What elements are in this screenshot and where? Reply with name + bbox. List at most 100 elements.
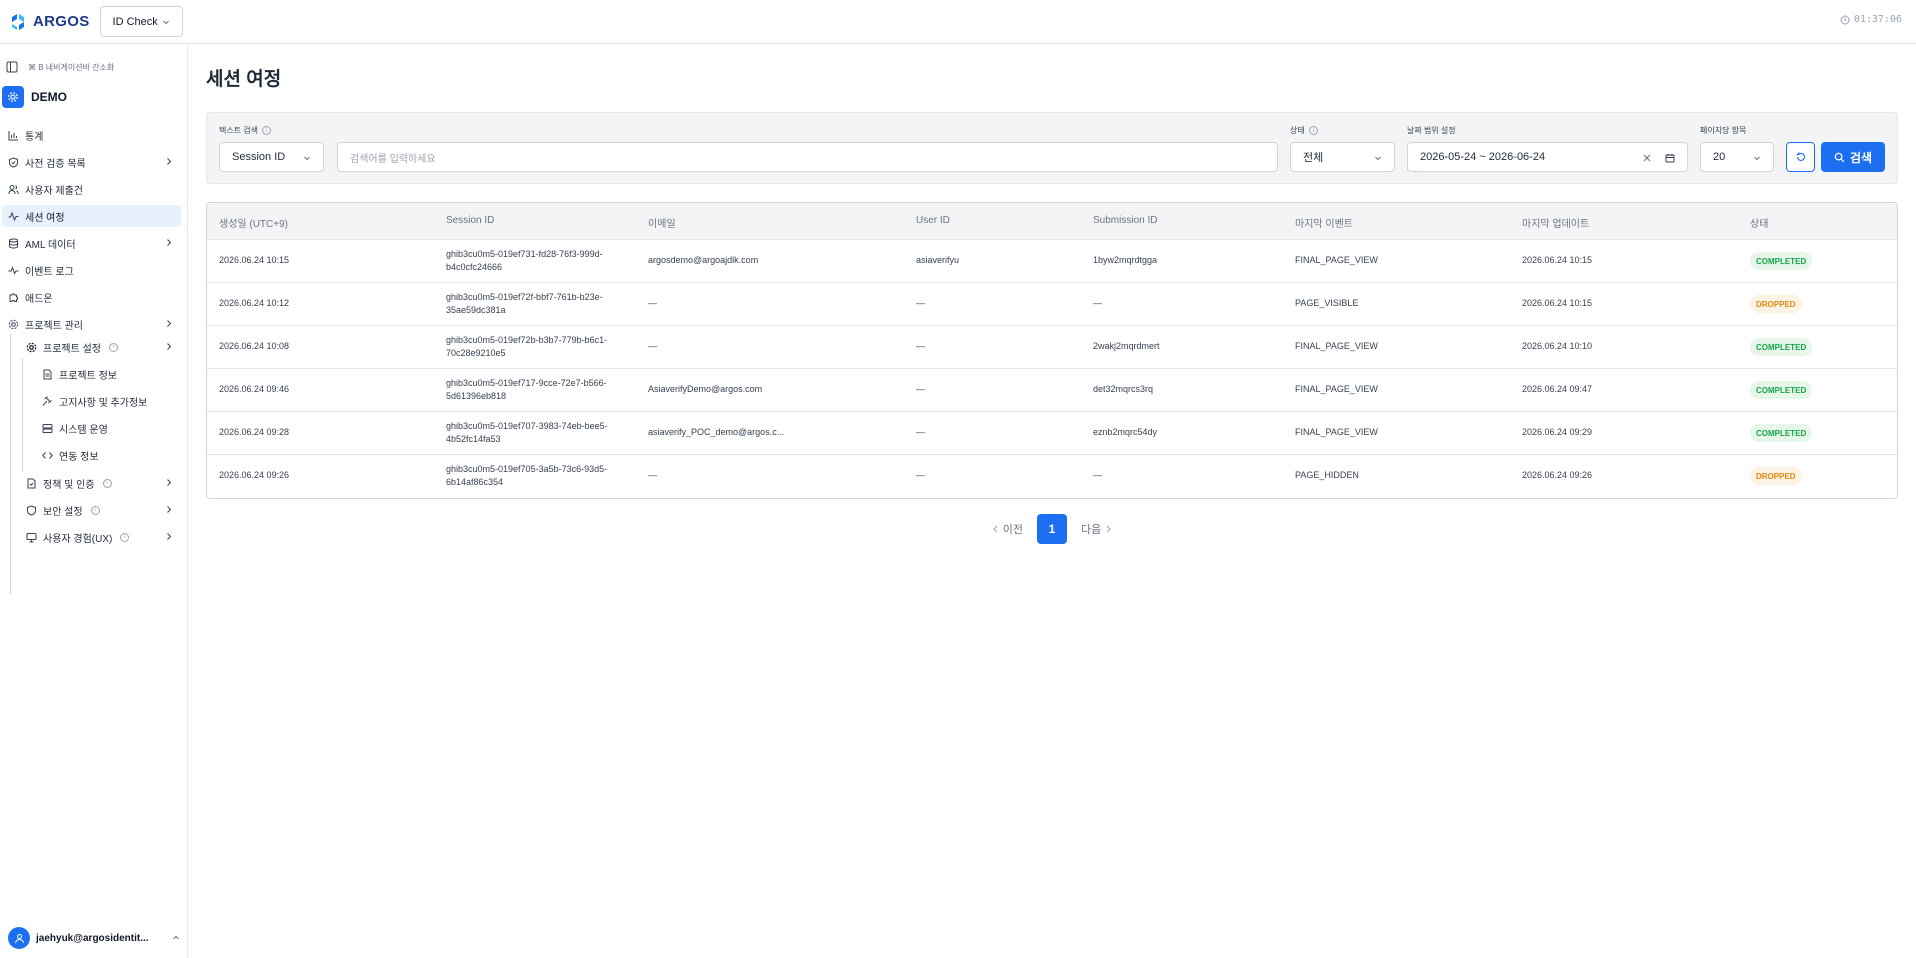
- cell-last-update: 2026.06.24 10:10: [1522, 341, 1593, 351]
- search-placeholder: 검색어를 입력하세요: [350, 153, 436, 165]
- column-header[interactable]: 마지막 이벤트: [1295, 215, 1353, 230]
- chevron-down-icon: [1375, 156, 1381, 161]
- sidebar-item-session-journey[interactable]: 세션 여정: [2, 205, 181, 227]
- table-row[interactable]: 2026.06.24 10:12 ghib3cu0m5-019ef72f-bbf7…: [207, 283, 1897, 326]
- sidebar-item-user-experience[interactable]: 사용자 경험(UX) i: [20, 526, 181, 548]
- sidebar-item-label: 사전 검증 목록: [25, 158, 86, 170]
- prev-page-button[interactable]: 이전: [992, 521, 1023, 537]
- date-range-picker[interactable]: 2026-05-24 ~ 2026-06-24: [1407, 142, 1688, 172]
- sidebar-item-policy[interactable]: 정책 및 인증 i: [20, 472, 181, 494]
- refresh-icon: [1796, 152, 1805, 161]
- sidebar-item-notices[interactable]: 고지사항 및 추가정보: [36, 390, 181, 412]
- sidebar-item-label: 연동 정보: [59, 451, 99, 463]
- calendar-icon[interactable]: [1665, 153, 1675, 163]
- chevron-right-icon: [167, 533, 172, 540]
- clear-icon[interactable]: [1643, 154, 1651, 162]
- cell-last-update: 2026.06.24 09:47: [1522, 384, 1593, 394]
- column-header[interactable]: 마지막 업데이트: [1522, 215, 1589, 230]
- sidebar-item-label: 이벤트 로그: [25, 266, 74, 278]
- timer-value: 01:37:06: [1853, 14, 1902, 25]
- table-row[interactable]: 2026.06.24 10:15 ghib3cu0m5-019ef731-fd28…: [207, 240, 1897, 283]
- status-select[interactable]: 전체: [1290, 142, 1395, 172]
- cell-user-id: —: [916, 384, 925, 394]
- page-size-value: 20: [1713, 151, 1726, 163]
- sidebar-item-label: 사용자 제출건: [25, 185, 83, 197]
- reset-button[interactable]: [1786, 142, 1815, 172]
- sidebar-item-project-settings[interactable]: 프로젝트 설정 i: [20, 336, 181, 358]
- cell-created: 2026.06.24 09:46: [219, 384, 290, 394]
- next-page-button[interactable]: 다음: [1081, 521, 1112, 537]
- users-icon: [8, 184, 19, 194]
- prev-page-label: 이전: [1002, 524, 1023, 536]
- submenu-guide-line: [10, 334, 11, 594]
- sidebar-item-user-submissions[interactable]: 사용자 제출건: [2, 178, 181, 200]
- column-header[interactable]: User ID: [916, 215, 950, 226]
- sidebar-toggle-hint: ⌘ B 네비게이션바 간소화: [28, 62, 115, 72]
- argos-logo[interactable]: ARGOS: [8, 13, 90, 31]
- sidebar-item-aml-data[interactable]: AML 데이터: [2, 232, 181, 254]
- sidebar-toggle[interactable]: ⌘ B 네비게이션바 간소화: [6, 61, 114, 73]
- sidebar-item-statistics[interactable]: 통계: [2, 124, 181, 146]
- column-header[interactable]: Submission ID: [1093, 215, 1157, 226]
- cell-created: 2026.06.24 10:08: [219, 341, 290, 351]
- sidebar-item-pre-verification[interactable]: 사전 검증 목록: [2, 151, 181, 173]
- table-row[interactable]: 2026.06.24 09:28 ghib3cu0m5-019ef707-3983…: [207, 412, 1897, 455]
- column-header[interactable]: 상태: [1750, 215, 1768, 230]
- pagination: 이전 1 다음: [206, 514, 1898, 544]
- cell-last-update: 2026.06.24 10:15: [1522, 255, 1593, 265]
- cell-submission-id: —: [1093, 470, 1102, 480]
- status-badge: COMPLETED: [1750, 381, 1813, 399]
- search-type-select[interactable]: Session ID: [219, 142, 324, 172]
- user-email: jaehyuk@argosidentit...: [36, 932, 149, 944]
- page-number-button[interactable]: 1: [1037, 514, 1067, 544]
- column-header[interactable]: 생성일 (UTC+9): [219, 215, 288, 230]
- cell-user-id: —: [916, 470, 925, 480]
- sidebar-item-system-ops[interactable]: 시스템 운영: [36, 417, 181, 439]
- cell-session-id: ghib3cu0m5-019ef72f-bbf7-761b-b23e-35ae5…: [446, 292, 603, 315]
- cell-email: —: [648, 298, 657, 308]
- product-select[interactable]: ID Check: [99, 6, 183, 37]
- table-row[interactable]: 2026.06.24 09:26 ghib3cu0m5-019ef705-3a5b…: [207, 455, 1897, 498]
- page-size-label: 페이지당 항목: [1700, 125, 1746, 136]
- chevron-right-icon: [167, 239, 172, 246]
- column-header[interactable]: Session ID: [446, 215, 494, 226]
- status-badge: COMPLETED: [1750, 252, 1813, 270]
- table-row[interactable]: 2026.06.24 09:46 ghib3cu0m5-019ef717-9cce…: [207, 369, 1897, 412]
- sidebar-item-security[interactable]: 보안 설정 i: [20, 499, 181, 521]
- product-select-label: ID Check: [112, 15, 158, 28]
- cell-last-event: FINAL_PAGE_VIEW: [1295, 255, 1378, 265]
- sidebar-toggle-icon: [6, 61, 18, 73]
- table-row[interactable]: 2026.06.24 10:08 ghib3cu0m5-019ef72b-b3b7…: [207, 326, 1897, 369]
- cell-submission-id: det32mqrcs3rq: [1093, 384, 1154, 394]
- avatar: [8, 927, 30, 949]
- cell-session-id: ghib3cu0m5-019ef707-3983-74eb-bee5-4b52f…: [446, 421, 608, 444]
- sidebar-item-project-info[interactable]: 프로젝트 정보: [36, 363, 181, 385]
- column-header[interactable]: 이메일: [648, 215, 676, 230]
- cell-session-id: ghib3cu0m5-019ef705-3a5b-73c6-93d5-6b14a…: [446, 464, 608, 487]
- sidebar-item-project-management[interactable]: 프로젝트 관리: [2, 313, 181, 335]
- sidebar-item-label: 프로젝트 관리: [25, 320, 83, 332]
- cell-email: asiaverify_POC_demo@argos.c...: [648, 427, 785, 437]
- cell-email: argosdemo@argoajdlk.com: [648, 255, 759, 265]
- search-input[interactable]: 검색어를 입력하세요: [337, 142, 1278, 172]
- info-icon: i: [120, 532, 130, 542]
- clock-icon: [1840, 15, 1850, 24]
- sidebar-item-label: 세션 여정: [25, 212, 65, 224]
- project-selector[interactable]: DEMO: [2, 86, 67, 108]
- cell-last-update: 2026.06.24 09:26: [1522, 470, 1593, 480]
- sidebar-item-event-log[interactable]: 이벤트 로그: [2, 259, 181, 281]
- chart-icon: [8, 130, 18, 140]
- activity-icon: [8, 211, 19, 221]
- status-label: 상태 i: [1290, 125, 1318, 136]
- project-icon: [2, 86, 24, 108]
- page-size-select[interactable]: 20: [1700, 142, 1774, 172]
- cell-session-id: ghib3cu0m5-019ef731-fd28-76f3-999d-b4c0c…: [446, 249, 603, 272]
- top-bar: ARGOS ID Check 01:37:06: [0, 0, 1916, 44]
- cell-last-event: PAGE_VISIBLE: [1295, 298, 1359, 308]
- sidebar-item-integration[interactable]: 연동 정보: [36, 444, 181, 466]
- search-button[interactable]: 검색: [1821, 142, 1885, 172]
- sidebar-item-addons[interactable]: 애드온: [2, 286, 181, 308]
- gear-icon: [8, 319, 19, 329]
- code-icon: [42, 451, 53, 459]
- user-menu[interactable]: jaehyuk@argosidentit...: [8, 926, 180, 950]
